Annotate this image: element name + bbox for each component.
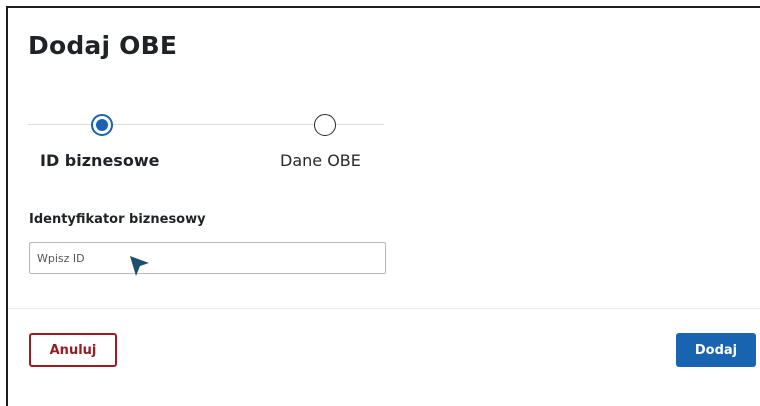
add-obe-dialog: Dodaj OBE ID biznesowe Dane OBE Identyfi… xyxy=(6,6,760,406)
add-button[interactable]: Dodaj xyxy=(676,333,756,367)
step-2-label: Dane OBE xyxy=(280,151,361,170)
business-id-label: Identyfikator biznesowy xyxy=(29,212,206,227)
cancel-button[interactable]: Anuluj xyxy=(29,333,117,367)
step-2-indicator[interactable] xyxy=(314,114,336,136)
footer-divider xyxy=(8,308,760,309)
business-id-input[interactable] xyxy=(29,242,386,274)
step-1-label: ID biznesowe xyxy=(40,151,160,170)
step-1-indicator[interactable] xyxy=(91,114,113,136)
dialog-title: Dodaj OBE xyxy=(28,31,178,60)
mouse-cursor-icon xyxy=(130,256,149,276)
